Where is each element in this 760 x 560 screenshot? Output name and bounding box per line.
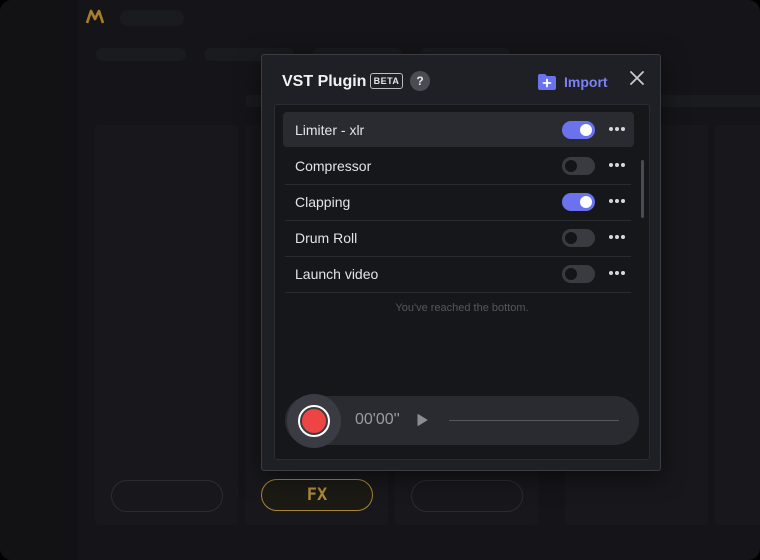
end-of-list-note: You've reached the bottom. xyxy=(395,302,529,314)
record-icon xyxy=(298,405,330,437)
toggle-knob xyxy=(580,124,592,136)
plugin-row-clapping[interactable]: Clapping xyxy=(283,184,634,219)
help-icon[interactable]: ? xyxy=(410,71,430,91)
recording-timer: 00'00'' xyxy=(355,411,400,428)
beta-badge: BETA xyxy=(370,73,403,89)
play-icon[interactable] xyxy=(415,413,429,427)
import-button[interactable]: Import xyxy=(537,72,608,92)
row-divider xyxy=(285,292,631,293)
more-options-icon[interactable] xyxy=(609,232,625,242)
record-button[interactable] xyxy=(287,394,341,448)
more-options-icon[interactable] xyxy=(609,124,625,134)
close-icon[interactable] xyxy=(628,69,646,87)
plugin-name: Drum Roll xyxy=(295,229,358,246)
plugin-name: Launch video xyxy=(295,265,379,282)
import-plus-icon xyxy=(538,74,556,90)
dialog-title: VST Plugin xyxy=(282,73,367,90)
plugin-toggle[interactable] xyxy=(562,121,595,139)
recorder-bar: 00'00'' xyxy=(285,394,639,448)
plugin-row-drum-roll[interactable]: Drum Roll xyxy=(283,220,634,255)
app-window: FX VST Plugin BETA ? Import Limiter - xl… xyxy=(0,0,760,560)
toggle-knob xyxy=(565,268,577,280)
more-options-icon[interactable] xyxy=(609,160,625,170)
toggle-knob xyxy=(580,196,592,208)
more-options-icon[interactable] xyxy=(609,196,625,206)
plugin-name: Clapping xyxy=(295,193,351,210)
plugin-name: Limiter - xlr xyxy=(295,121,365,138)
list-scrollbar[interactable] xyxy=(641,160,644,218)
plugin-toggle[interactable] xyxy=(562,229,595,247)
toggle-knob xyxy=(565,160,577,172)
plugin-row-launch-video[interactable]: Launch video xyxy=(283,256,634,291)
toggle-knob xyxy=(565,232,577,244)
plugin-toggle[interactable] xyxy=(562,157,595,175)
playback-track[interactable] xyxy=(449,420,619,421)
vst-plugin-dialog: VST Plugin BETA ? Import Limiter - xlr C… xyxy=(261,54,661,471)
plugin-row-limiter[interactable]: Limiter - xlr xyxy=(283,112,634,147)
plugin-row-compressor[interactable]: Compressor xyxy=(283,148,634,183)
more-options-icon[interactable] xyxy=(609,268,625,278)
plugin-list: Limiter - xlr Compressor Clapping Drum R… xyxy=(274,104,650,460)
import-label: Import xyxy=(564,74,608,90)
plugin-toggle[interactable] xyxy=(562,265,595,283)
plugin-toggle[interactable] xyxy=(562,193,595,211)
plugin-name: Compressor xyxy=(295,157,372,174)
